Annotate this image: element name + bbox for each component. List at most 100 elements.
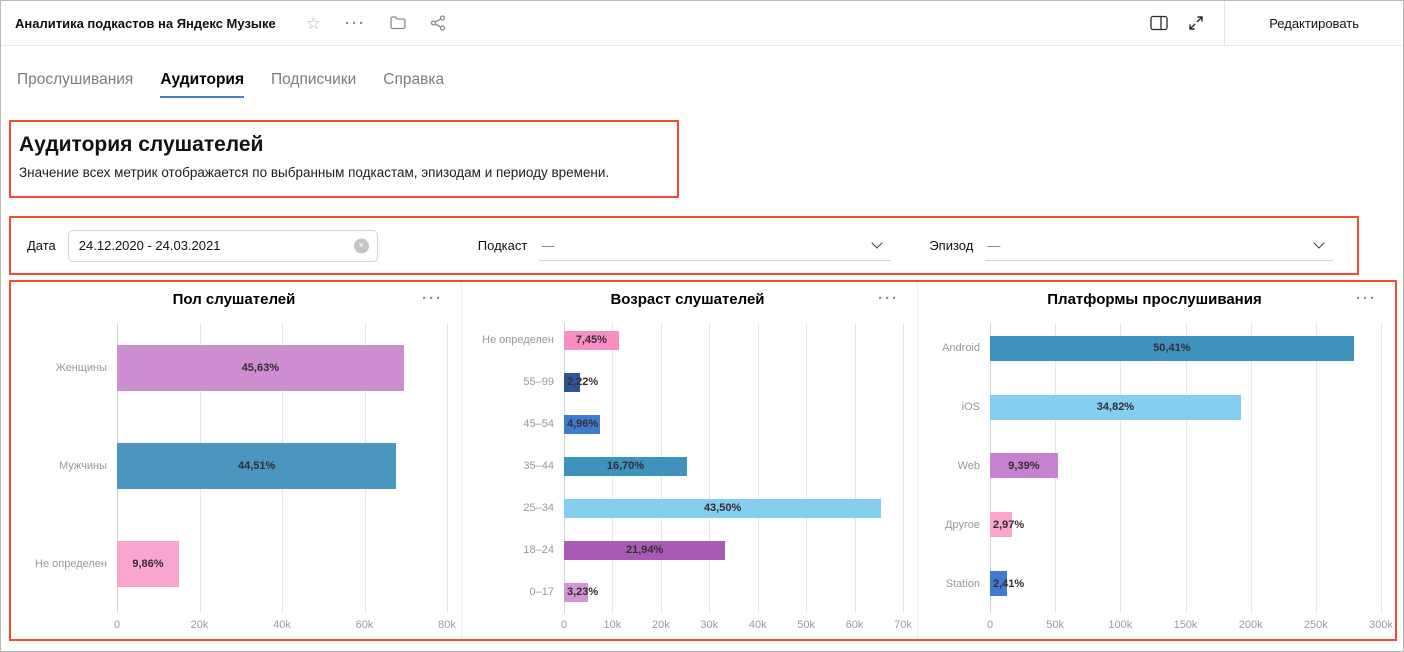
x-axis-tick-label: 40k xyxy=(749,619,767,631)
bar-value-label: 3,23% xyxy=(567,586,598,598)
episode-filter-value: — xyxy=(987,238,1000,253)
podcast-filter-group: Подкаст — xyxy=(478,231,892,261)
bar[interactable]: 2,41% xyxy=(990,571,1007,596)
podcast-filter-label: Подкаст xyxy=(478,238,528,253)
edit-button[interactable]: Редактировать xyxy=(1225,1,1403,45)
bar-value-label: 21,94% xyxy=(626,544,663,556)
y-axis-labels: Не определен55–9945–5435–4425–3418–240–1… xyxy=(472,319,564,613)
bar[interactable]: 50,41% xyxy=(990,336,1354,361)
section-title-box: Аудитория слушателей Значение всех метри… xyxy=(9,120,679,198)
chart-title: Пол слушателей xyxy=(173,291,296,308)
chart-menu-icon[interactable]: ··· xyxy=(878,291,899,306)
bar[interactable]: 2,97% xyxy=(990,512,1012,537)
tab-audience[interactable]: Аудитория xyxy=(160,71,244,98)
bar-value-label: 16,70% xyxy=(607,460,644,472)
share-icon[interactable] xyxy=(430,15,446,31)
chart-title: Возраст слушателей xyxy=(610,291,764,308)
bar-value-label: 50,41% xyxy=(1153,342,1190,354)
split-view-icon[interactable] xyxy=(1150,15,1168,31)
bar[interactable]: 43,50% xyxy=(564,499,881,518)
chevron-down-icon xyxy=(872,237,883,248)
tab-listens[interactable]: Прослушивания xyxy=(17,71,133,98)
tab-help[interactable]: Справка xyxy=(383,71,444,98)
plot-area: 7,45% 2,22% 4,96% 16,70% 43,50% 21,94% 3,23% xyxy=(564,319,903,613)
y-axis-label: iOS xyxy=(962,401,980,413)
bar-row: 9,86% xyxy=(117,541,447,587)
star-glyph: ☆ xyxy=(306,15,321,32)
bar-value-label: 2,41% xyxy=(993,578,1024,590)
y-axis-label: Мужчины xyxy=(59,460,107,472)
fullscreen-icon[interactable] xyxy=(1188,15,1204,31)
y-axis-label: Не определен xyxy=(482,334,554,346)
y-axis-label: Station xyxy=(946,578,980,590)
gridline xyxy=(447,323,448,613)
x-axis: 020k40k60k80k xyxy=(117,613,447,633)
bar[interactable]: 34,82% xyxy=(990,395,1241,420)
bar-row: 2,22% xyxy=(564,373,903,392)
bar-value-label: 34,82% xyxy=(1097,401,1134,413)
charts-box: Пол слушателей ··· ЖенщиныМужчиныНе опре… xyxy=(9,280,1397,641)
episode-filter-group: Эпизод — xyxy=(929,231,1333,261)
favorite-star-icon[interactable]: ☆ xyxy=(306,15,321,32)
bar[interactable]: 21,94% xyxy=(564,541,725,560)
page-title: Аудитория слушателей xyxy=(19,133,663,157)
chart-menu-icon[interactable]: ··· xyxy=(1356,291,1377,306)
folder-icon[interactable] xyxy=(390,16,406,30)
chart-header: Возраст слушателей ··· xyxy=(472,291,903,319)
chart-header: Пол слушателей ··· xyxy=(21,291,447,319)
bar[interactable]: 2,22% xyxy=(564,373,580,392)
y-axis-label: 0–17 xyxy=(530,586,554,598)
bar-row: 50,41% xyxy=(990,336,1381,361)
chart-menu-icon[interactable]: ··· xyxy=(422,291,443,306)
bar-value-label: 45,63% xyxy=(242,362,279,374)
chart-panel-platforms: Платформы прослушивания ··· Android iOS We… xyxy=(917,282,1395,639)
podcast-filter-value: — xyxy=(541,238,554,253)
bar-row: 44,51% xyxy=(117,443,447,489)
x-axis-tick-label: 10k xyxy=(604,619,622,631)
bar[interactable]: 16,70% xyxy=(564,457,687,476)
bar-value-label: 2,97% xyxy=(993,519,1024,531)
bar-value-label: 7,45% xyxy=(576,334,607,346)
clear-date-icon[interactable]: × xyxy=(354,238,369,253)
chart-plot: Android iOS Web Другое Station 50,41% 34,82% 9… xyxy=(928,319,1381,613)
episode-filter-select[interactable]: — xyxy=(985,231,1333,261)
chart-panel-age: Возраст слушателей ··· Не определен55–99… xyxy=(461,282,917,639)
bars: 45,63% 44,51% 9,86% xyxy=(117,319,447,613)
y-axis-labels: ЖенщиныМужчиныНе определен xyxy=(21,319,117,613)
filters-box: Дата × Подкаст — Эпизод — xyxy=(9,216,1359,275)
x-axis-tick-label: 0 xyxy=(114,619,120,631)
bar[interactable]: 7,45% xyxy=(564,331,619,350)
x-axis-tick-label: 20k xyxy=(652,619,670,631)
bar[interactable]: 9,39% xyxy=(990,453,1058,478)
bar-row: 4,96% xyxy=(564,415,903,434)
y-axis-label: Другое xyxy=(945,519,980,531)
topbar-right-group: Редактировать xyxy=(1140,1,1403,45)
bar[interactable]: 9,86% xyxy=(117,541,179,587)
bar-value-label: 2,22% xyxy=(567,376,598,388)
toolbar-icons: ☆ ··· xyxy=(306,15,446,32)
y-axis-labels: Android iOS Web Другое Station xyxy=(928,319,990,613)
chart-title: Платформы прослушивания xyxy=(1047,291,1261,308)
podcast-filter-select[interactable]: — xyxy=(539,231,891,261)
top-bar: Аналитика подкастов на Яндекс Музыке ☆ ·… xyxy=(1,1,1403,46)
chevron-down-icon xyxy=(1314,237,1325,248)
x-axis-tick-label: 80k xyxy=(438,619,456,631)
y-axis-label: 18–24 xyxy=(523,544,554,556)
x-axis: 010k20k30k40k50k60k70k xyxy=(564,613,903,633)
x-axis-tick-label: 100k xyxy=(1108,619,1132,631)
y-axis-label: 35–44 xyxy=(523,460,554,472)
bar[interactable]: 45,63% xyxy=(117,345,404,391)
date-filter-input[interactable] xyxy=(68,230,378,262)
y-axis-label: Web xyxy=(958,460,980,472)
bar[interactable]: 44,51% xyxy=(117,443,396,489)
x-axis-tick-label: 20k xyxy=(191,619,209,631)
x-axis-tick-label: 40k xyxy=(273,619,291,631)
x-axis-tick-label: 300k xyxy=(1369,619,1393,631)
bar[interactable]: 4,96% xyxy=(564,415,600,434)
more-menu-icon[interactable]: ··· xyxy=(345,16,366,31)
tab-subscribers[interactable]: Подписчики xyxy=(271,71,356,98)
bar[interactable]: 3,23% xyxy=(564,583,588,602)
y-axis-label: Android xyxy=(942,342,980,354)
bar-row: 3,23% xyxy=(564,583,903,602)
date-filter-group: Дата × xyxy=(27,230,378,262)
